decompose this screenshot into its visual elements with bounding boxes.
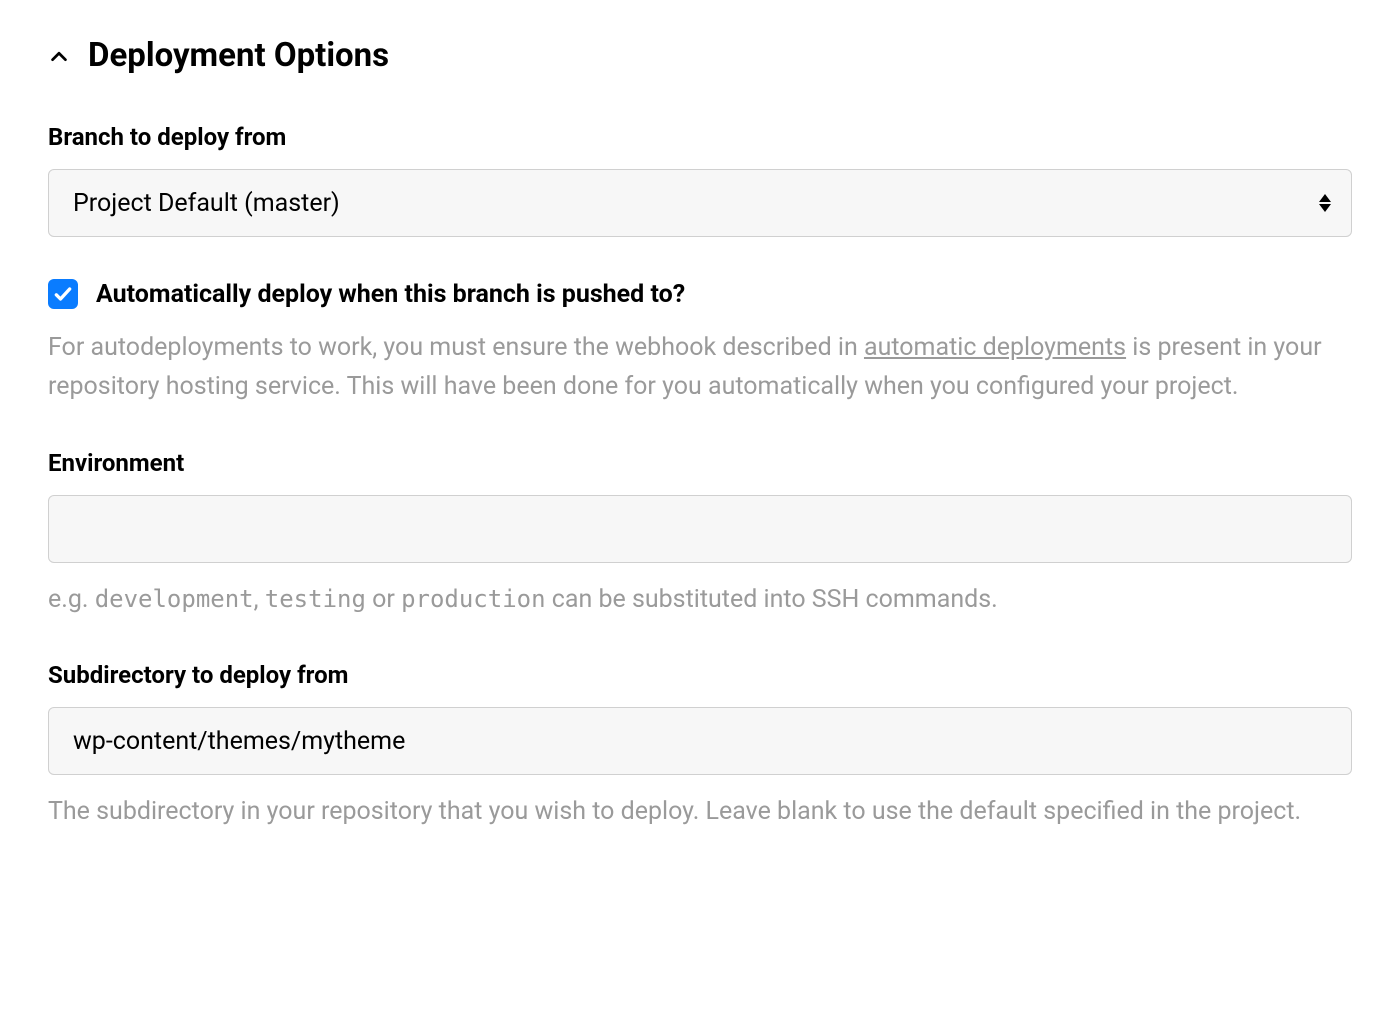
- section-title: Deployment Options: [88, 36, 389, 75]
- environment-help-after: can be substituted into SSH commands.: [546, 585, 998, 614]
- environment-help-code1: development: [95, 585, 254, 613]
- check-icon: [53, 284, 73, 304]
- environment-help-text: e.g. development, testing or production …: [48, 581, 1352, 620]
- branch-select-wrapper: Project Default (master): [48, 169, 1352, 237]
- branch-field-group: Branch to deploy from Project Default (m…: [48, 123, 1352, 237]
- autodeploy-checkbox[interactable]: [48, 279, 78, 309]
- section-header[interactable]: Deployment Options: [48, 36, 1352, 75]
- environment-help-code3: production: [401, 585, 546, 613]
- environment-help-sep1: ,: [254, 585, 265, 614]
- environment-help-code2: testing: [265, 585, 366, 613]
- branch-label: Branch to deploy from: [48, 123, 1352, 151]
- autodeploy-help-before: For autodeployments to work, you must en…: [48, 333, 864, 362]
- subdirectory-input[interactable]: [48, 707, 1352, 775]
- automatic-deployments-link[interactable]: automatic deployments: [864, 333, 1126, 362]
- autodeploy-help-text: For autodeployments to work, you must en…: [48, 329, 1352, 407]
- environment-input[interactable]: [48, 495, 1352, 563]
- environment-label: Environment: [48, 449, 1352, 477]
- subdirectory-field-group: Subdirectory to deploy from The subdirec…: [48, 661, 1352, 832]
- autodeploy-field-group: Automatically deploy when this branch is…: [48, 279, 1352, 407]
- branch-select[interactable]: Project Default (master): [48, 169, 1352, 237]
- environment-help-sep2: or: [366, 585, 401, 614]
- subdirectory-help-text: The subdirectory in your repository that…: [48, 793, 1352, 832]
- autodeploy-checkbox-row: Automatically deploy when this branch is…: [48, 279, 1352, 309]
- subdirectory-label: Subdirectory to deploy from: [48, 661, 1352, 689]
- autodeploy-label[interactable]: Automatically deploy when this branch is…: [96, 280, 685, 309]
- chevron-up-icon: [48, 45, 70, 67]
- environment-help-before: e.g.: [48, 585, 95, 614]
- environment-field-group: Environment e.g. development, testing or…: [48, 449, 1352, 620]
